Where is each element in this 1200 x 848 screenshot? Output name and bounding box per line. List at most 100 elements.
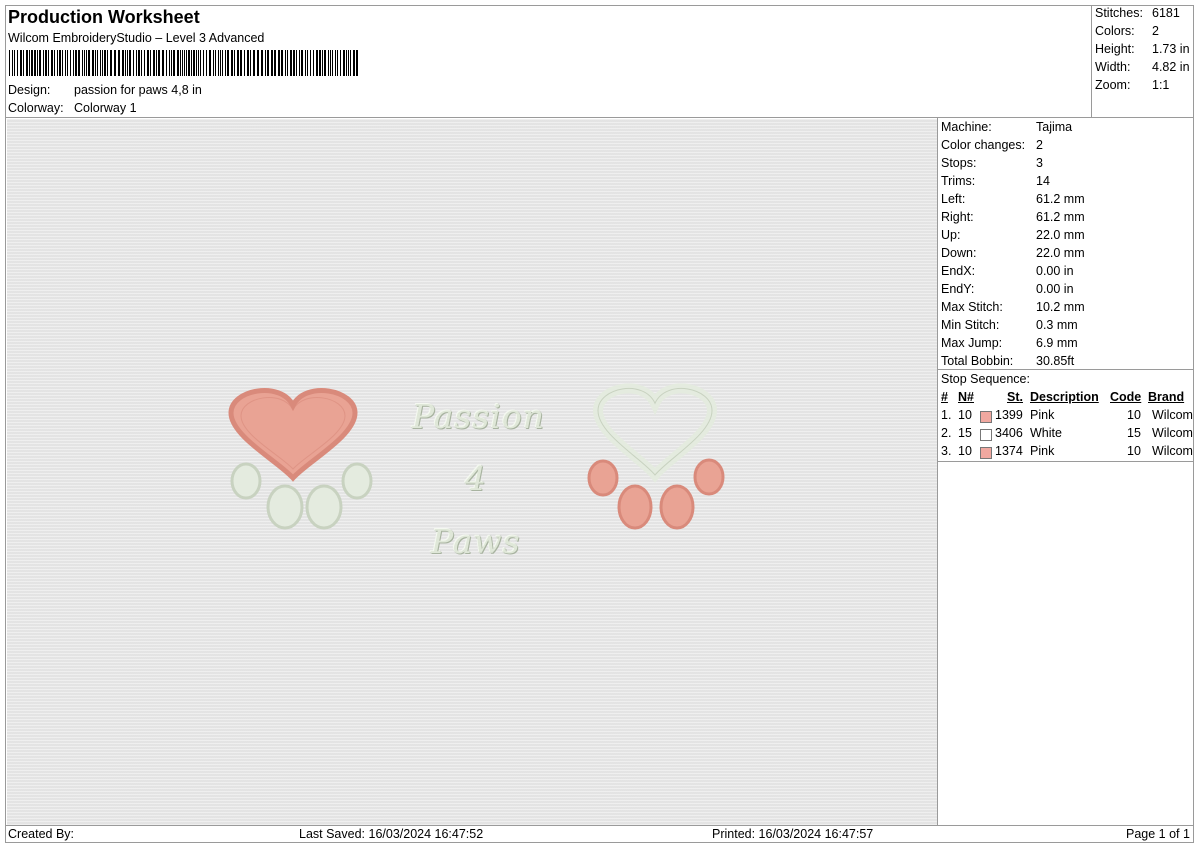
barcode-bar [100, 50, 101, 76]
barcode-bar [92, 50, 94, 76]
barcode-bar [200, 50, 201, 76]
design-text-line1: Passion [412, 397, 545, 436]
stop-sequence: Stop Sequence: # N# St. Description Code… [941, 372, 1193, 460]
barcode-bar [147, 50, 149, 76]
machine-label: Machine: [941, 120, 992, 134]
barcode-bar [31, 50, 33, 76]
stop-code: 15 [1127, 426, 1141, 440]
color-swatch [980, 429, 992, 441]
stop-stitches: 1374 [995, 444, 1023, 458]
barcode-bar [237, 50, 239, 76]
barcode-bar [125, 50, 126, 76]
design-value: passion for paws 4,8 in [74, 83, 202, 97]
barcode-bar [37, 50, 38, 76]
stop-num: 1. [941, 408, 952, 422]
barcode-bar [86, 50, 87, 76]
barcode-bar [305, 50, 306, 76]
barcode-bar [310, 50, 311, 76]
toe-pink [587, 459, 619, 497]
barcode-bar [191, 50, 192, 76]
barcode-bar [20, 50, 22, 76]
stop-brand: Wilcom [1152, 426, 1193, 440]
barcode-bar [23, 50, 24, 76]
col-num: # [941, 390, 948, 404]
barcode-bar [227, 50, 229, 76]
barcode [9, 50, 358, 76]
barcode-bar [162, 50, 164, 76]
barcode-bar [156, 50, 157, 76]
barcode-bar [307, 50, 308, 76]
printed-date: Printed: 16/03/2024 16:47:57 [712, 827, 874, 841]
barcode-bar [350, 50, 351, 76]
col-needle: N# [958, 390, 974, 404]
machine-value: 3 [1036, 156, 1043, 170]
summary-label: Width: [1095, 60, 1131, 74]
barcode-bar [9, 50, 10, 76]
barcode-bar [39, 50, 41, 76]
barcode-bar [193, 50, 195, 76]
toe-white [305, 484, 343, 530]
barcode-bar [346, 50, 347, 76]
page-title: Production Worksheet [8, 7, 200, 27]
barcode-bar [122, 50, 124, 76]
page-number: Page 1 of 1 [1126, 827, 1190, 841]
barcode-bar [153, 50, 155, 76]
barcode-bar [319, 50, 321, 76]
design-preview: Passion 4 Paws [7, 119, 937, 825]
barcode-bar [17, 50, 18, 76]
barcode-bar [184, 50, 185, 76]
barcode-bar [222, 50, 223, 76]
summary-label: Colors: [1095, 24, 1135, 38]
toe-white [230, 462, 262, 500]
barcode-bar [67, 50, 68, 76]
last-saved: Last Saved: 16/03/2024 16:47:52 [299, 827, 484, 841]
machine-value: Tajima [1036, 120, 1073, 134]
header-divider [5, 117, 1194, 118]
machine-value: 61.2 mm [1036, 192, 1085, 206]
barcode-bar [138, 50, 140, 76]
stop-needle: 10 [958, 444, 972, 458]
barcode-bar [97, 50, 98, 76]
colorway-value: Colorway 1 [74, 101, 137, 115]
barcode-bar [330, 50, 331, 76]
barcode-bar [337, 50, 338, 76]
summary-label: Stitches: [1095, 6, 1143, 20]
barcode-bar [110, 50, 112, 76]
barcode-bar [107, 50, 108, 76]
barcode-bar [244, 50, 245, 76]
barcode-bar [335, 50, 336, 76]
machine-label: Max Stitch: [941, 300, 1003, 314]
barcode-bar [274, 50, 276, 76]
barcode-bar [73, 50, 74, 76]
machine-value: 0.3 mm [1036, 318, 1078, 332]
barcode-bar [14, 50, 15, 76]
col-code: Code [1110, 390, 1142, 404]
stop-stitches: 3406 [995, 426, 1023, 440]
barcode-bar [180, 50, 181, 76]
machine-label: Max Jump: [941, 336, 1003, 350]
barcode-bar [104, 50, 106, 76]
stop-brand: Wilcom [1152, 444, 1193, 458]
barcode-bar [328, 50, 329, 76]
barcode-bar [231, 50, 233, 76]
machine-label: Color changes: [941, 138, 1026, 152]
barcode-bar [43, 50, 44, 76]
machine-value: 22.0 mm [1036, 246, 1085, 260]
color-swatch [980, 411, 992, 423]
stop-row: 3. 10 1374 Pink 10 Wilcom [941, 444, 1193, 462]
barcode-bar [203, 50, 204, 76]
machine-value: 0.00 in [1036, 264, 1074, 278]
machine-label: EndY: [941, 282, 975, 296]
summary-value: 2 [1152, 24, 1159, 38]
toe-white [266, 484, 304, 530]
barcode-bar [198, 50, 199, 76]
barcode-bar [213, 50, 214, 76]
barcode-bar [287, 50, 288, 76]
machine-value: 10.2 mm [1036, 300, 1085, 314]
barcode-bar [12, 50, 13, 76]
barcode-bar [353, 50, 355, 76]
barcode-bar [45, 50, 47, 76]
machine-label: Up: [941, 228, 961, 242]
stop-sequence-title: Stop Sequence: [941, 372, 1030, 386]
barcode-bar [150, 50, 151, 76]
